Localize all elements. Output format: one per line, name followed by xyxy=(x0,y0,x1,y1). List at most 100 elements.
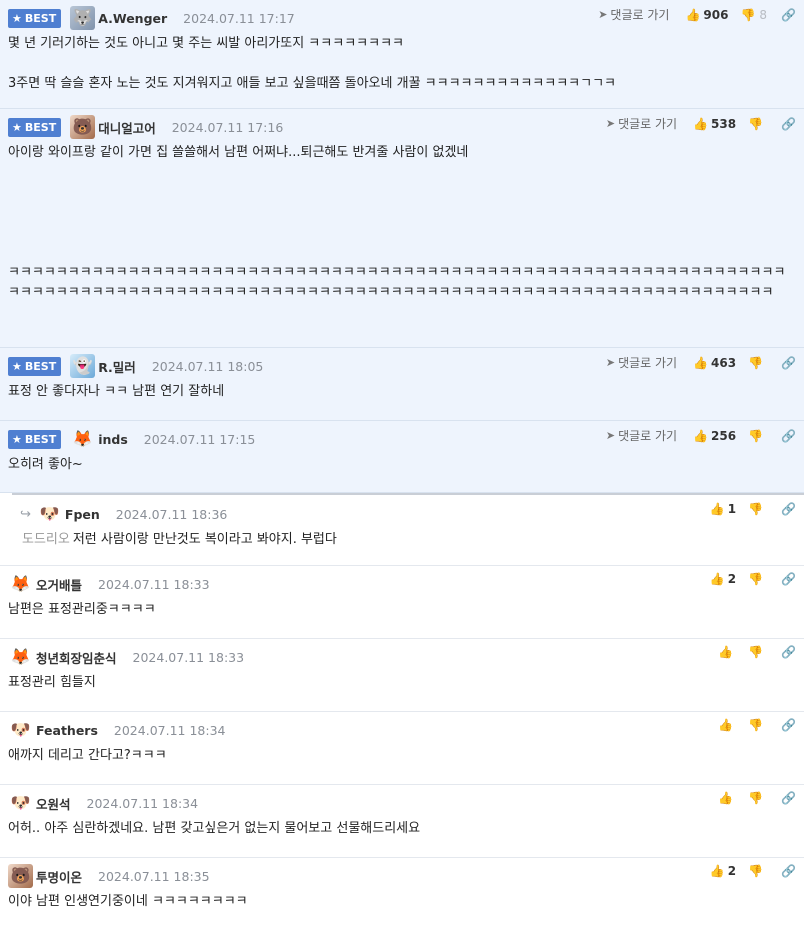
best-comment: ★ BEST 🦊 inds 2024.07.11 17:15 ➤ 댓글로 가기 👍 2… xyxy=(0,421,804,493)
downvote-button[interactable]: 👎 xyxy=(748,356,767,370)
link-icon[interactable]: 🔗 xyxy=(781,864,796,878)
link-icon[interactable]: 🔗 xyxy=(781,718,796,732)
thumbs-up-icon: 👍 xyxy=(709,502,725,516)
nickname[interactable]: 대니얼고어 xyxy=(98,118,156,137)
upvote-button[interactable]: 👍 xyxy=(718,791,736,805)
go-to-reply-link[interactable]: ➤ 댓글로 가기 xyxy=(598,6,669,23)
downvote-button[interactable]: 👎 xyxy=(748,864,767,878)
avatar[interactable]: 👻 xyxy=(70,354,96,378)
upvote-button[interactable]: 👍 906 xyxy=(685,8,728,22)
thumbs-up-icon: 👍 xyxy=(693,428,709,443)
thumbs-down-icon: 👎 xyxy=(740,7,756,22)
go-to-reply-link[interactable]: ➤ 댓글로 가기 xyxy=(606,115,677,132)
comment-actions: ➤ 댓글로 가기 👍 906 👎 8 🔗 xyxy=(598,6,796,23)
link-icon[interactable]: 🔗 xyxy=(781,429,796,443)
comment-actions: ➤ 댓글로 가기 👍 538 👎 🔗 xyxy=(606,115,796,132)
nickname[interactable]: 오원석 xyxy=(36,794,71,813)
timestamp: 2024.07.11 17:16 xyxy=(171,119,284,135)
comment: 🐶 Feathers 2024.07.11 18:34 👍 👎 🔗 애까지 데리… xyxy=(0,712,804,785)
nickname[interactable]: 투명이온 xyxy=(36,867,82,886)
upvote-button[interactable]: 👍 538 xyxy=(693,117,736,131)
best-comment: ★ BEST 🐻 대니얼고어 2024.07.11 17:16 ➤ 댓글로 가기 👍… xyxy=(0,109,804,348)
avatar[interactable]: 🐶 xyxy=(37,502,62,526)
star-icon: ★ xyxy=(12,432,22,446)
go-to-reply-link[interactable]: ➤ 댓글로 가기 xyxy=(606,354,677,371)
downvote-button[interactable]: 👎 xyxy=(748,502,767,516)
downvote-button[interactable]: 👎 xyxy=(748,718,767,732)
star-icon: ★ xyxy=(12,359,22,373)
thumbs-down-icon: 👎 xyxy=(748,791,764,805)
timestamp: 2024.07.11 18:34 xyxy=(86,795,199,811)
go-to-reply-link[interactable]: ➤ 댓글로 가기 xyxy=(606,427,677,444)
comment-actions: ➤ 댓글로 가기 👍 463 👎 🔗 xyxy=(606,354,796,371)
comment-actions: 👍 2 👎 🔗 xyxy=(710,572,796,586)
comment-body: 이야 남편 인생연기중이네 ㅋㅋㅋㅋㅋㅋㅋㅋ xyxy=(8,894,248,909)
send-icon: ➤ xyxy=(605,356,616,369)
link-icon[interactable]: 🔗 xyxy=(781,8,796,22)
thumbs-up-icon: 👍 xyxy=(709,572,725,586)
avatar[interactable]: 🐶 xyxy=(8,718,33,742)
avatar[interactable]: 🐺 xyxy=(70,6,96,30)
comment-body: 아이랑 와이프랑 같이 가면 집 쓸쓸해서 남편 어쩌냐...퇴근해도 반겨줄 … xyxy=(8,145,786,300)
best-badge: ★ BEST xyxy=(8,356,62,376)
thumbs-down-icon: 👎 xyxy=(748,864,764,878)
timestamp: 2024.07.11 18:33 xyxy=(132,649,245,665)
nickname[interactable]: 오거배틀 xyxy=(36,575,82,594)
upvote-button[interactable]: 👍 2 xyxy=(710,864,736,878)
timestamp: 2024.07.11 18:36 xyxy=(115,506,228,522)
mention-link[interactable]: 도드리오 xyxy=(22,532,70,547)
comment-actions: 👍 👎 🔗 xyxy=(718,645,796,659)
comment: 🦊 오거배틀 2024.07.11 18:33 👍 2 👎 🔗 남편은 표정관리중… xyxy=(0,566,804,639)
downvote-button[interactable]: 👎 xyxy=(748,572,767,586)
link-icon[interactable]: 🔗 xyxy=(781,572,796,586)
thumbs-up-icon: 👍 xyxy=(685,7,701,22)
avatar[interactable]: 🐶 xyxy=(8,791,33,815)
reply-arrow-icon: ↪ xyxy=(20,506,31,522)
nickname[interactable]: Feathers xyxy=(36,723,98,738)
link-icon[interactable]: 🔗 xyxy=(781,502,796,516)
comment: 🐻 투명이온 2024.07.11 18:35 👍 2 👎 🔗 이야 남편 인생연… xyxy=(0,858,804,927)
link-icon[interactable]: 🔗 xyxy=(781,645,796,659)
best-comment: ★ BEST 👻 R.밀러 2024.07.11 18:05 ➤ 댓글로 가기 👍 4… xyxy=(0,348,804,421)
avatar[interactable]: 🦊 xyxy=(8,572,33,596)
upvote-button[interactable]: 👍 1 xyxy=(710,502,736,516)
nickname[interactable]: inds xyxy=(98,432,128,447)
nickname[interactable]: 청년회장임춘식 xyxy=(36,648,117,667)
downvote-button[interactable]: 👎 xyxy=(748,791,767,805)
avatar[interactable]: 🐻 xyxy=(8,864,33,888)
avatar[interactable]: 🦊 xyxy=(8,645,33,669)
best-badge: ★ BEST xyxy=(8,429,62,449)
avatar[interactable]: 🐻 xyxy=(70,115,96,139)
comment-body: 표정 안 좋다자나 ㅋㅋ 남편 연기 잘하네 xyxy=(8,384,225,399)
timestamp: 2024.07.11 17:15 xyxy=(143,431,256,447)
comment-actions: 👍 👎 🔗 xyxy=(718,718,796,732)
downvote-button[interactable]: 👎 8 xyxy=(740,8,767,22)
avatar[interactable]: 🦊 xyxy=(70,427,95,451)
thumbs-down-icon: 👎 xyxy=(748,355,764,370)
nickname[interactable]: Fpen xyxy=(65,507,100,522)
thumbs-down-icon: 👎 xyxy=(748,502,764,516)
thumbs-up-icon: 👍 xyxy=(718,791,734,805)
upvote-button[interactable]: 👍 2 xyxy=(710,572,736,586)
timestamp: 2024.07.11 18:35 xyxy=(98,868,210,884)
timestamp: 2024.07.11 17:17 xyxy=(183,10,295,26)
nickname[interactable]: A.Wenger xyxy=(98,11,167,26)
comment-actions: ➤ 댓글로 가기 👍 256 👎 🔗 xyxy=(606,427,796,444)
best-comment: ★ BEST 🐺 A.Wenger 2024.07.11 17:17 ➤ 댓글로 가… xyxy=(0,0,804,109)
link-icon[interactable]: 🔗 xyxy=(781,791,796,805)
upvote-button[interactable]: 👍 256 xyxy=(693,429,736,443)
reply-comment: ↪ 🐶 Fpen 2024.07.11 18:36 👍 1 👎 🔗 도드리오 저런 … xyxy=(0,496,804,566)
upvote-button[interactable]: 👍 463 xyxy=(693,356,736,370)
thumbs-down-icon: 👎 xyxy=(748,645,764,659)
comment: 🐶 오원석 2024.07.11 18:34 👍 👎 🔗 어허.. 아주 심란하… xyxy=(0,785,804,858)
upvote-button[interactable]: 👍 xyxy=(718,645,736,659)
nickname[interactable]: R.밀러 xyxy=(98,357,136,376)
link-icon[interactable]: 🔗 xyxy=(781,117,796,131)
comment-body: 표정관리 힘들지 xyxy=(8,675,96,690)
upvote-button[interactable]: 👍 xyxy=(718,718,736,732)
comment-actions: 👍 1 👎 🔗 xyxy=(710,502,796,516)
downvote-button[interactable]: 👎 xyxy=(748,429,767,443)
link-icon[interactable]: 🔗 xyxy=(781,356,796,370)
downvote-button[interactable]: 👎 xyxy=(748,645,767,659)
downvote-button[interactable]: 👎 xyxy=(748,117,767,131)
